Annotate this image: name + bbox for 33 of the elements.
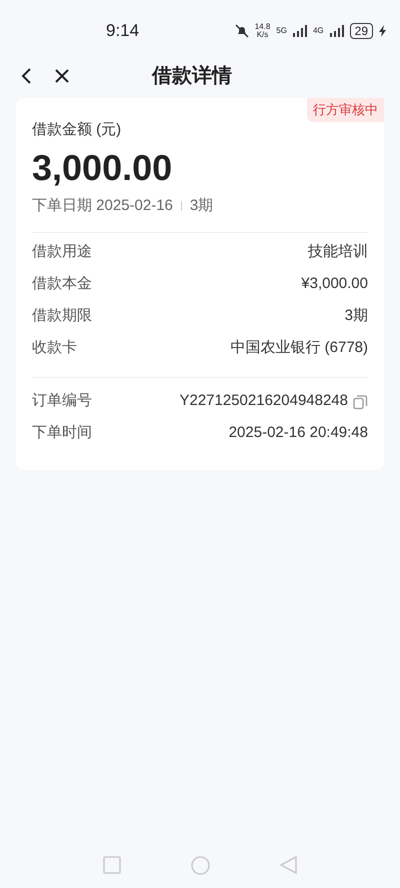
loan-amount: 3,000.00 — [32, 146, 174, 190]
recent-apps-icon[interactable] — [103, 856, 121, 874]
detail-value: ¥3,000.00 — [301, 274, 368, 294]
signal-icon — [330, 25, 344, 37]
status-time: 9:14 — [106, 20, 140, 42]
close-icon[interactable] — [54, 68, 70, 84]
battery-level: 29 — [350, 23, 373, 39]
page-title: 借款详情 — [152, 64, 232, 89]
detail-label: 下单时间 — [32, 423, 92, 444]
detail-value: Y2271250216204948248 — [179, 391, 348, 412]
detail-value: 技能培训 — [308, 242, 368, 262]
detail-label: 收款卡 — [32, 338, 77, 358]
amount-label: 借款金额 (元) — [32, 120, 122, 140]
signal-icon — [292, 25, 307, 37]
detail-label: 借款本金 — [32, 274, 92, 294]
network-type: 4G — [312, 25, 324, 37]
network-speed-unit: K/s — [256, 31, 268, 39]
loan-term: 3期 — [190, 196, 214, 216]
detail-value: 中国农业银行 (6778) — [230, 338, 368, 358]
bell-muted-icon — [234, 24, 249, 38]
detail-value: 2025-02-16 20:49:48 — [228, 423, 368, 444]
status-badge: 行方审核中 — [307, 98, 384, 122]
copy-icon[interactable] — [352, 394, 368, 410]
charging-icon — [379, 25, 386, 37]
detail-label: 订单编号 — [32, 391, 92, 412]
detail-value: 3期 — [344, 306, 368, 326]
home-icon[interactable] — [191, 856, 210, 874]
detail-label: 借款用途 — [32, 242, 92, 262]
network-speed: 14.8 — [254, 23, 270, 31]
order-date: 下单日期 2025-02-16 — [32, 196, 173, 216]
network-type: 5G — [276, 25, 287, 37]
back-nav-icon[interactable] — [280, 856, 297, 874]
detail-label: 借款期限 — [32, 306, 92, 326]
